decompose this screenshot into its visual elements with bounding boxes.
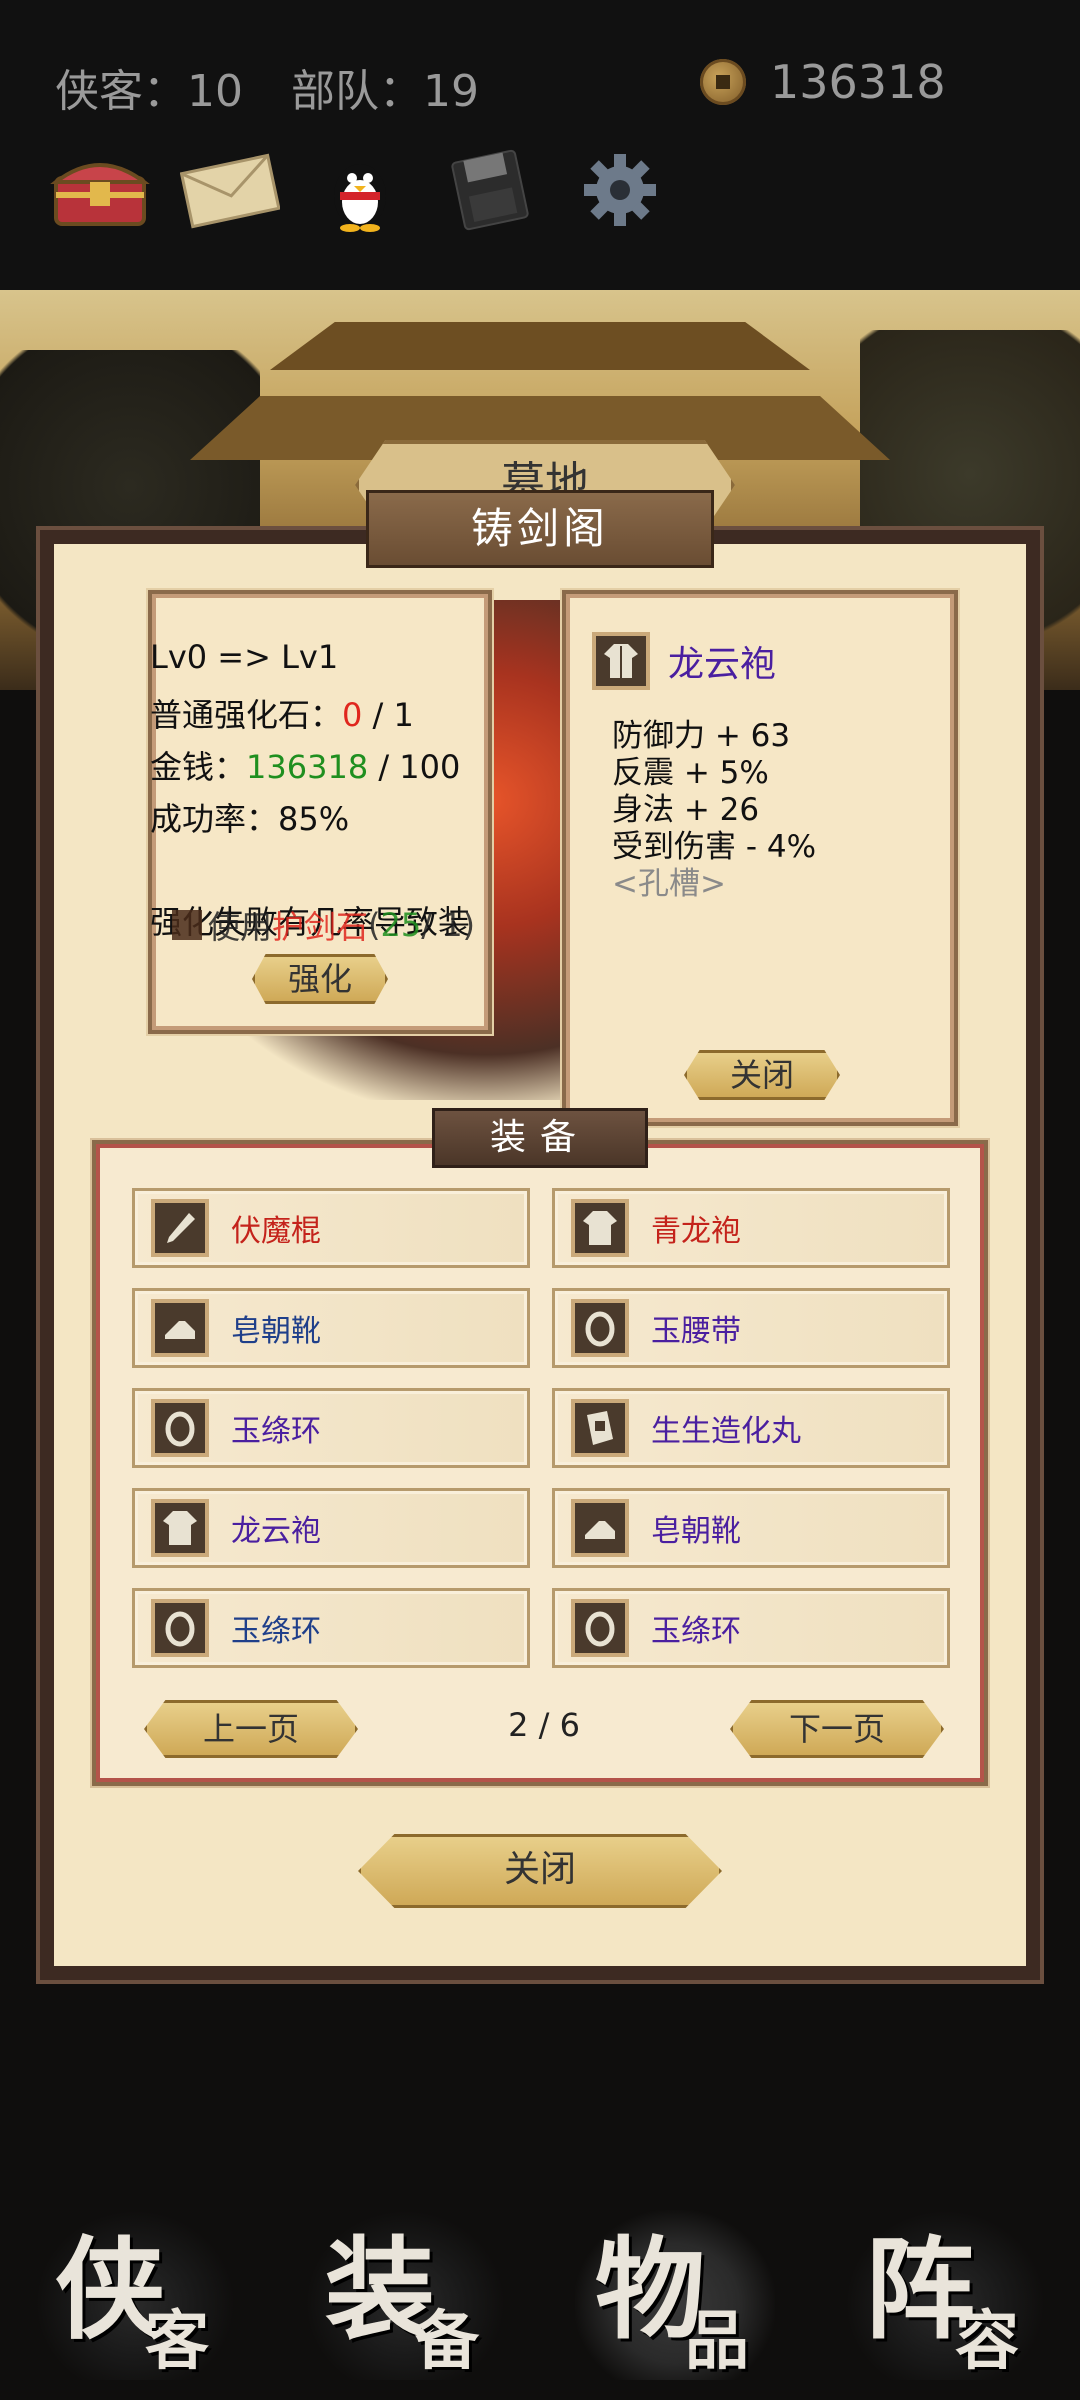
nav-heroes[interactable]: 侠 客 (35, 2190, 235, 2390)
protect-count: 25 (380, 906, 422, 944)
item-detail-panel: 龙云袍 防御力 + 63 反震 + 5% 身法 + 26 受到伤害 - 4% <… (562, 590, 958, 1126)
money-display: 136318 (700, 55, 946, 109)
robe-icon (151, 1499, 209, 1557)
scroll-icon (571, 1399, 629, 1457)
equip-slot[interactable]: 玉绦环 (552, 1588, 950, 1668)
settings-gear-icon[interactable] (570, 148, 670, 232)
equip-slot[interactable]: 青龙袍 (552, 1188, 950, 1268)
nav-equipment[interactable]: 装 备 (305, 2190, 505, 2390)
equip-name: 生生造化丸 (651, 1414, 801, 1449)
protect-count-close: / 1) (421, 906, 476, 944)
nav-formation[interactable]: 阵 容 (845, 2190, 1045, 2390)
equipment-panel: 伏魔棍 青龙袍 皂朝靴 玉腰带 玉绦环 生生造化丸 龙云袍 皂朝靴 玉绦环 玉绦… (92, 1140, 988, 1786)
mail-icon[interactable] (180, 148, 280, 232)
stone-label: 普通强化石： (150, 696, 343, 734)
top-bar: 侠客：10 部队：19 136318 (0, 0, 1080, 290)
equip-slot[interactable]: 生生造化丸 (552, 1388, 950, 1468)
coin-icon (700, 59, 746, 105)
nav-equipment-small: 备 (415, 2304, 479, 2379)
equip-slot[interactable]: 玉绦环 (132, 1388, 530, 1468)
equip-name: 玉绦环 (651, 1614, 741, 1649)
money-amount: 136318 (770, 55, 946, 109)
equip-name: 龙云袍 (231, 1514, 321, 1549)
nav-items-small: 品 (685, 2304, 749, 2379)
money-requirement: 金钱：136318 / 100 (150, 742, 460, 788)
dialog-close-button[interactable]: 关闭 (358, 1834, 722, 1908)
protect-count-open: ( (368, 906, 381, 944)
nav-heroes-small: 客 (145, 2304, 209, 2379)
equip-name: 玉绦环 (231, 1414, 321, 1449)
dialog-title: 铸剑阁 (366, 490, 714, 568)
item-header: 龙云袍 (592, 632, 776, 690)
robe-icon (592, 632, 650, 690)
protect-stone-option[interactable]: 使用 护剑石(25 / 1) (172, 902, 475, 948)
stone-requirement: 普通强化石：0 / 1 (150, 690, 414, 736)
equip-name: 皂朝靴 (651, 1514, 741, 1549)
item-close-button[interactable]: 关闭 (684, 1050, 840, 1100)
equip-name: 玉绦环 (231, 1614, 321, 1649)
protect-label: 使用 (208, 908, 273, 946)
team-stats: 侠客：10 部队：19 (55, 55, 513, 119)
equip-slot[interactable]: 皂朝靴 (132, 1288, 530, 1368)
ring-icon (151, 1599, 209, 1657)
equip-slot[interactable]: 皂朝靴 (552, 1488, 950, 1568)
upgrade-panel: Lv0 => Lv1 普通强化石：0 / 1 金钱：136318 / 100 成… (148, 590, 492, 1034)
equip-slot[interactable]: 玉绦环 (132, 1588, 530, 1668)
equip-slot[interactable]: 龙云袍 (132, 1488, 530, 1568)
nav-formation-small: 容 (955, 2304, 1019, 2379)
ring-icon (151, 1399, 209, 1457)
stone-need: / 1 (362, 696, 414, 734)
equip-slot[interactable]: 玉腰带 (552, 1288, 950, 1368)
qq-penguin-icon[interactable] (310, 148, 410, 232)
equip-name: 伏魔棍 (231, 1214, 321, 1249)
equipment-title: 装备 (432, 1108, 648, 1168)
item-name: 龙云袍 (668, 644, 777, 685)
boot-icon (571, 1499, 629, 1557)
ring-icon (571, 1599, 629, 1657)
temple-roof-top (270, 322, 810, 370)
chest-icon[interactable] (50, 148, 150, 232)
next-page-button[interactable]: 下一页 (730, 1700, 944, 1758)
equip-slot[interactable]: 伏魔棍 (132, 1188, 530, 1268)
protect-item: 护剑石 (272, 908, 369, 946)
item-socket: <孔槽> (612, 866, 726, 902)
equip-name: 青龙袍 (651, 1214, 741, 1249)
protect-checkbox[interactable] (172, 910, 202, 940)
save-icon[interactable] (440, 148, 540, 232)
level-change: Lv0 => Lv1 (150, 638, 339, 676)
money-have: 136318 (246, 748, 369, 786)
success-rate: 成功率：85% (150, 800, 350, 838)
money-need: / 100 (368, 748, 461, 786)
ring-icon (571, 1299, 629, 1357)
bottom-nav: 侠 客 装 备 物 品 阵 容 (0, 2180, 1080, 2400)
stone-have: 0 (342, 696, 363, 734)
upgrade-button[interactable]: 强化 (252, 954, 388, 1004)
troops-count: 部队：19 (291, 66, 479, 117)
heroes-count: 侠客：10 (55, 66, 243, 117)
equip-name: 玉腰带 (651, 1314, 741, 1349)
toolbar (50, 148, 700, 232)
equip-name: 皂朝靴 (231, 1314, 321, 1349)
nav-items[interactable]: 物 品 (575, 2190, 775, 2390)
boot-icon (151, 1299, 209, 1357)
staff-icon (151, 1199, 209, 1257)
robe-icon (571, 1199, 629, 1257)
money-label: 金钱： (150, 748, 247, 786)
